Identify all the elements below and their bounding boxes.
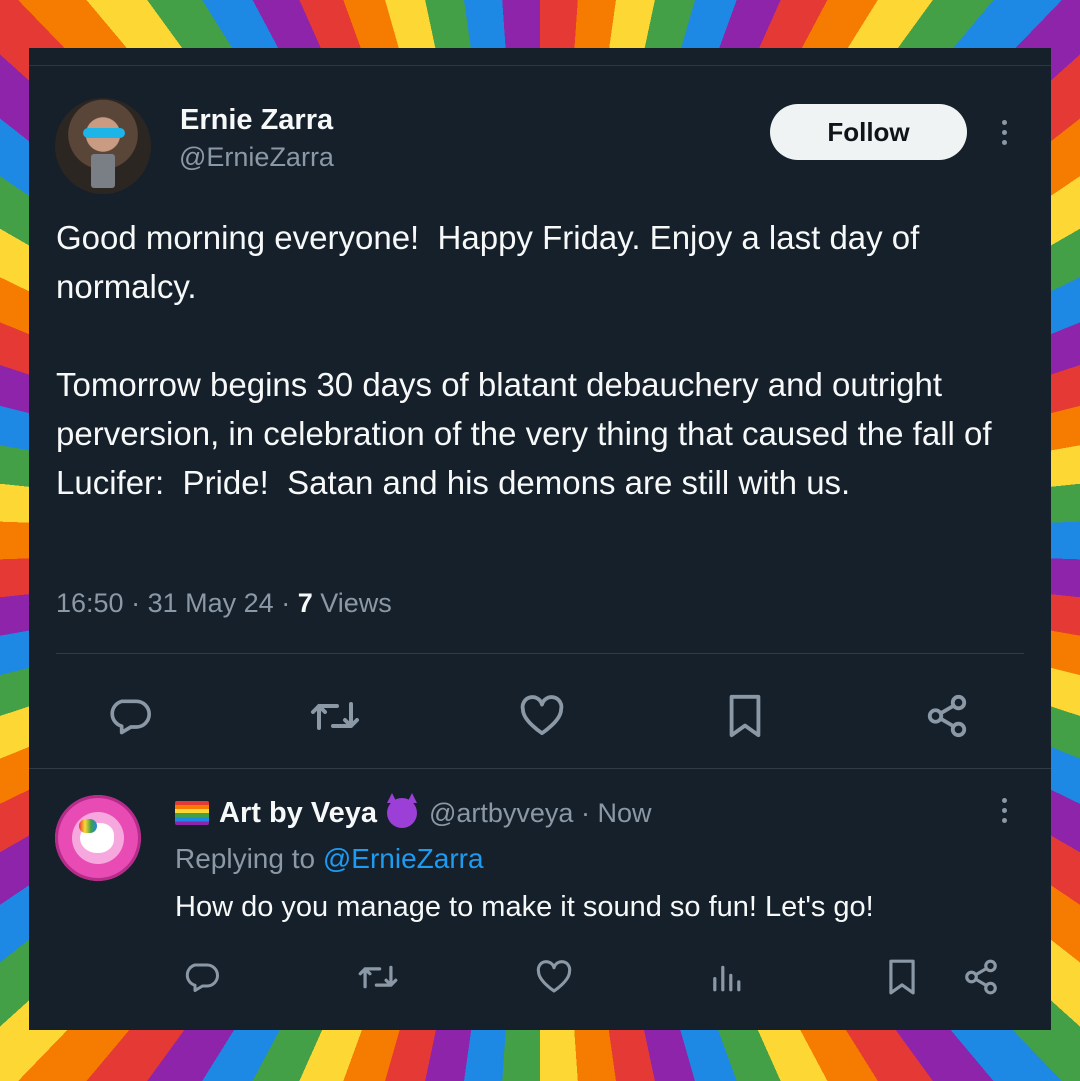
top-divider bbox=[29, 65, 1051, 66]
like-icon[interactable] bbox=[514, 688, 570, 744]
replying-label: Replying to bbox=[175, 843, 316, 874]
reply-icon[interactable] bbox=[101, 688, 157, 744]
more-options-icon[interactable] bbox=[1000, 120, 1008, 145]
reply-reply-icon[interactable] bbox=[179, 955, 223, 999]
follow-button[interactable]: Follow bbox=[770, 104, 967, 160]
reply-avatar[interactable] bbox=[55, 795, 141, 881]
views-label: Views bbox=[320, 588, 392, 618]
reply-header: Art by Veya @artbyveya · Now bbox=[175, 793, 651, 832]
rainbow-flag-icon bbox=[175, 801, 209, 825]
tweet-time[interactable]: 16:50 bbox=[56, 588, 124, 618]
author-handle[interactable]: @ErnieZarra bbox=[179, 142, 334, 173]
devil-emoji-icon bbox=[386, 793, 417, 828]
meta-divider bbox=[56, 653, 1024, 654]
reply-like-icon[interactable] bbox=[532, 955, 576, 999]
replying-handle-link[interactable]: @ErnieZarra bbox=[323, 843, 484, 874]
unicorn-mane bbox=[79, 819, 97, 833]
tweet-card: Ernie Zarra @ErnieZarra Follow Good morn… bbox=[29, 48, 1051, 1030]
tweet-date[interactable]: 31 May 24 bbox=[148, 588, 274, 618]
reply-more-options-icon[interactable] bbox=[1000, 798, 1008, 823]
tweet-text: Good morning everyone! Happy Friday. Enj… bbox=[56, 219, 992, 501]
replying-to: Replying to @ErnieZarra bbox=[175, 843, 484, 875]
views-count: 7 bbox=[297, 588, 313, 618]
retweet-icon[interactable] bbox=[304, 688, 366, 744]
reply-time[interactable]: Now bbox=[597, 798, 651, 829]
reply-separator: · bbox=[573, 797, 598, 828]
bookmark-icon[interactable] bbox=[717, 688, 773, 744]
reply-bookmark-icon[interactable] bbox=[882, 955, 922, 999]
reply-retweet-icon[interactable] bbox=[354, 955, 402, 999]
reply-author-name[interactable]: Art by Veya bbox=[219, 797, 377, 830]
reply-divider bbox=[29, 768, 1051, 769]
avatar-phone bbox=[91, 154, 115, 188]
share-icon[interactable] bbox=[919, 688, 975, 744]
views-icon[interactable] bbox=[704, 955, 748, 999]
author-avatar[interactable] bbox=[55, 98, 151, 194]
reply-share-icon[interactable] bbox=[959, 955, 1003, 999]
reply-author-handle[interactable]: @artbyveya bbox=[429, 798, 573, 829]
reply-text: How do you manage to make it sound so fu… bbox=[175, 891, 874, 923]
tweet-meta: 16:50 · 31 May 24 · 7 Views bbox=[56, 588, 392, 618]
author-name[interactable]: Ernie Zarra bbox=[180, 104, 333, 137]
avatar-sunglasses bbox=[83, 128, 125, 138]
